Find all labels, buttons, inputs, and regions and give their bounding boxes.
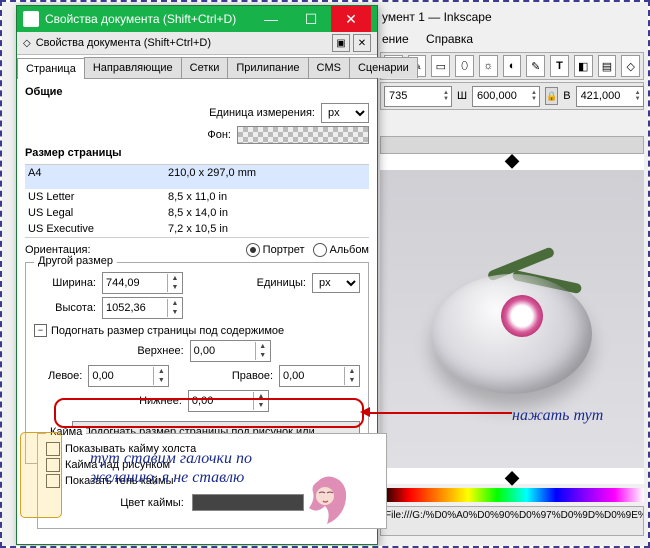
h-label: В bbox=[563, 90, 570, 102]
inkscape-canvas[interactable]: ◆ ◆ bbox=[380, 154, 644, 484]
dock-titlebar: ◇ Свойства документа (Shift+Ctrl+D) ▣ ✕ bbox=[17, 32, 377, 55]
close-button[interactable]: ✕ bbox=[331, 6, 371, 32]
color-palette[interactable] bbox=[380, 488, 644, 502]
checkbox-show-border[interactable] bbox=[46, 442, 60, 456]
w-field[interactable]: ▲▼ bbox=[472, 86, 540, 107]
margin-bottom-label: Нижнее: bbox=[139, 395, 182, 407]
dock-title-text: Свойства документа (Shift+Ctrl+D) bbox=[36, 37, 211, 49]
y-field[interactable]: ▲▼ bbox=[384, 86, 452, 107]
display-unit-select[interactable]: px bbox=[321, 103, 369, 123]
background-color-button[interactable] bbox=[237, 126, 369, 144]
tab-snap[interactable]: Прилипание bbox=[227, 57, 308, 78]
border-color-label: Цвет каймы: bbox=[120, 497, 184, 509]
tool-icon[interactable]: ☼ bbox=[479, 55, 498, 77]
fit-expander[interactable]: − Подогнать размер страницы под содержим… bbox=[34, 324, 360, 337]
border-legend: Кайма bbox=[46, 426, 86, 438]
tool-icon[interactable]: ◐ bbox=[503, 55, 522, 77]
w-label: Ш bbox=[457, 90, 467, 102]
lock-icon[interactable]: 🔒 bbox=[545, 87, 558, 105]
dock-close-button[interactable]: ✕ bbox=[353, 34, 371, 52]
border-color-button[interactable] bbox=[192, 494, 304, 511]
custom-unit-select[interactable]: px bbox=[312, 273, 360, 293]
background-label: Фон: bbox=[207, 129, 231, 141]
tool-icon[interactable]: ▤ bbox=[598, 55, 617, 77]
dialog-icon bbox=[23, 11, 39, 27]
imported-image[interactable] bbox=[380, 170, 644, 468]
section-pagesize: Размер страницы bbox=[25, 147, 369, 159]
tool-icon[interactable]: ⬯ bbox=[455, 55, 474, 77]
tab-cms[interactable]: CMS bbox=[308, 57, 350, 78]
inkscape-menubar: ение Справка bbox=[382, 32, 487, 46]
margin-right-field[interactable]: ▲▼ bbox=[279, 365, 360, 387]
margin-right-label: Правое: bbox=[232, 370, 273, 382]
margin-left-label: Левое: bbox=[48, 370, 82, 382]
dock-minimize-button[interactable]: ▣ bbox=[332, 34, 350, 52]
dock-icon: ◇ bbox=[23, 38, 31, 49]
page-size-list[interactable]: A4210,0 x 297,0 mm US Letter8,5 x 11,0 i… bbox=[25, 164, 369, 238]
h-field[interactable]: ▲▼ bbox=[576, 86, 644, 107]
tab-bar: Страница Направляющие Сетки Прилипание C… bbox=[17, 57, 377, 79]
tab-scripting[interactable]: Сценарии bbox=[349, 57, 418, 78]
custom-size-legend: Другой размер bbox=[34, 255, 117, 267]
tab-page[interactable]: Страница bbox=[17, 58, 85, 79]
margin-left-field[interactable]: ▲▼ bbox=[88, 365, 169, 387]
tab-guides[interactable]: Направляющие bbox=[84, 57, 182, 78]
size-row-executive[interactable]: US Executive7,2 x 10,5 in bbox=[25, 221, 369, 237]
width-label: Ширина: bbox=[34, 277, 96, 289]
inkscape-toolbar-2: ▲▼ Ш ▲▼ 🔒 В ▲▼ px Менят bbox=[380, 82, 644, 110]
inkscape-title: умент 1 — Inkscape bbox=[382, 10, 492, 24]
show-border-label: Показывать кайму холста bbox=[65, 443, 196, 455]
dialog-titlebar[interactable]: Свойства документа (Shift+Ctrl+D) — ☐ ✕ bbox=[17, 6, 377, 32]
margin-top-field[interactable]: ▲▼ bbox=[190, 340, 271, 362]
checkbox-border-ontop[interactable] bbox=[46, 458, 60, 472]
fit-expand-label: Подогнать размер страницы под содержимое bbox=[51, 325, 284, 337]
height-label: Высота: bbox=[34, 302, 96, 314]
maximize-button[interactable]: ☐ bbox=[291, 6, 331, 32]
tab-grids[interactable]: Сетки bbox=[181, 57, 229, 78]
radio-landscape[interactable]: Альбом bbox=[313, 243, 369, 257]
dialog-title: Свойства документа (Shift+Ctrl+D) bbox=[45, 12, 236, 26]
margin-bottom-field[interactable]: ▲▼ bbox=[188, 390, 269, 412]
tool-icon[interactable]: ▭ bbox=[431, 55, 450, 77]
border-ontop-label: Кайма над рисунком bbox=[65, 459, 170, 471]
section-general: Общие bbox=[25, 86, 369, 98]
height-field[interactable]: ▲▼ bbox=[102, 297, 183, 319]
size-row-legal[interactable]: US Legal8,5 x 14,0 in bbox=[25, 205, 369, 221]
unit-label: Единица измерения: bbox=[209, 107, 315, 119]
tool-text-icon[interactable]: T bbox=[550, 55, 569, 77]
tool-icon[interactable]: ✎ bbox=[526, 55, 545, 77]
checkbox-border-shadow[interactable] bbox=[46, 474, 60, 488]
minimize-button[interactable]: — bbox=[251, 6, 291, 32]
tool-icon[interactable]: ◇ bbox=[621, 55, 640, 77]
border-fieldset: Кайма Показывать кайму холста Кайма над … bbox=[37, 433, 387, 529]
selection-handle-top[interactable]: ◆ bbox=[505, 150, 519, 171]
document-properties-dialog: Свойства документа (Shift+Ctrl+D) — ☐ ✕ … bbox=[16, 5, 378, 545]
width-field[interactable]: ▲▼ bbox=[102, 272, 183, 294]
radio-portrait[interactable]: Портрет bbox=[246, 243, 305, 257]
units-label: Единицы: bbox=[257, 277, 306, 289]
menu-item[interactable]: ение bbox=[382, 32, 409, 46]
tool-icon[interactable]: ◧ bbox=[574, 55, 593, 77]
menu-item[interactable]: Справка bbox=[426, 32, 473, 46]
border-shadow-label: Показать тень каймы bbox=[65, 475, 174, 487]
inkscape-toolbar-1: ⬚ ✎ ▭ ⬯ ☼ ◐ ✎ T ◧ ▤ ◇ bbox=[380, 52, 644, 80]
size-row-letter[interactable]: US Letter8,5 x 11,0 in bbox=[25, 189, 369, 205]
statusbar: File:///G:/%D0%A0%D0%90%D0%97%D0%9D%D0%9… bbox=[380, 506, 644, 536]
size-row-a4[interactable]: A4210,0 x 297,0 mm bbox=[25, 165, 369, 189]
margin-top-label: Верхнее: bbox=[137, 345, 183, 357]
selection-handle-bottom[interactable]: ◆ bbox=[505, 467, 519, 488]
